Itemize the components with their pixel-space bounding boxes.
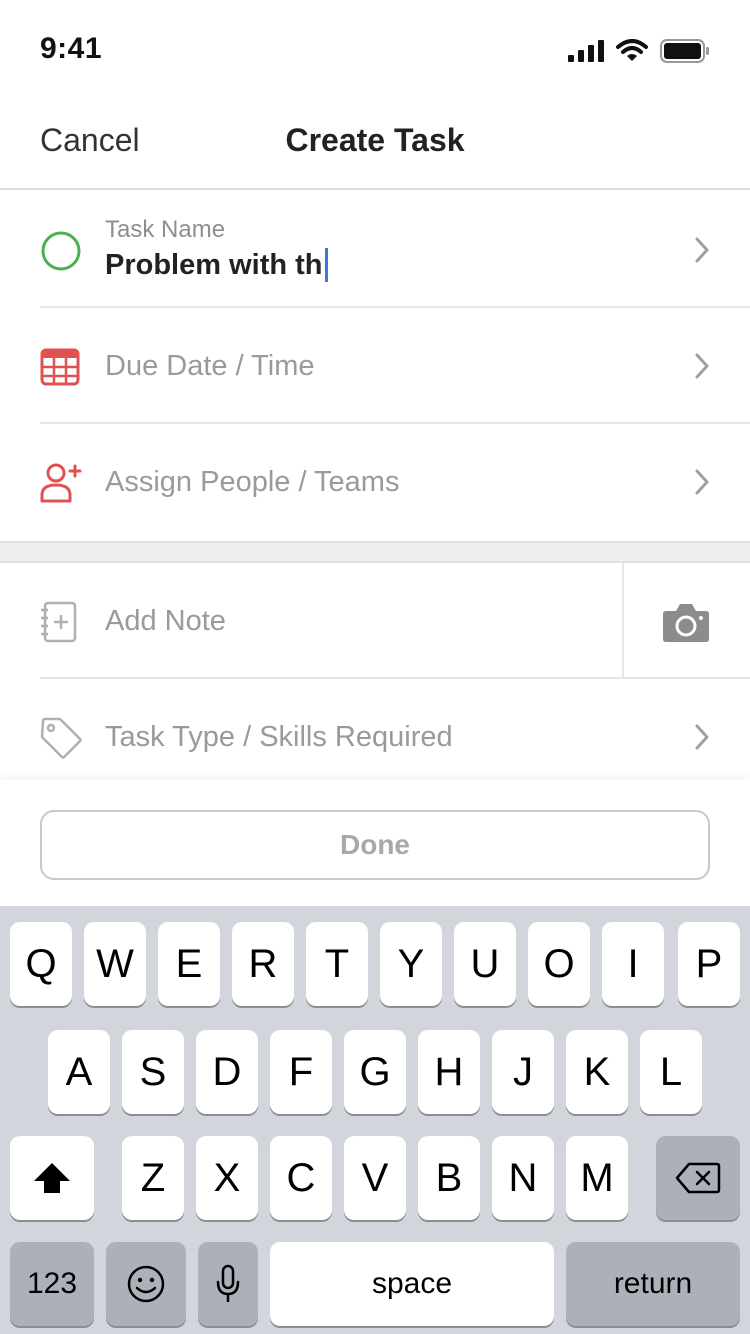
key-c[interactable]: C <box>270 1136 332 1220</box>
key-i[interactable]: I <box>602 922 664 1006</box>
numbers-key[interactable]: 123 <box>10 1242 94 1326</box>
status-time: 9:41 <box>40 32 103 65</box>
assign-row[interactable]: Assign People / Teams <box>0 424 750 541</box>
task-name-row[interactable]: Task Name Problem with th <box>0 192 750 308</box>
nav-bar: Cancel Create Task <box>0 100 750 190</box>
key-d[interactable]: D <box>196 1030 258 1114</box>
backspace-icon <box>675 1162 721 1194</box>
status-icons <box>568 38 710 64</box>
due-date-label: Due Date / Time <box>105 350 315 382</box>
assign-label: Assign People / Teams <box>105 466 400 498</box>
key-l[interactable]: L <box>640 1030 702 1114</box>
camera-divider <box>622 563 624 679</box>
space-key[interactable]: space <box>270 1242 554 1326</box>
key-q[interactable]: Q <box>10 922 72 1006</box>
delete-key[interactable] <box>656 1136 740 1220</box>
key-m[interactable]: M <box>566 1136 628 1220</box>
chevron-right-icon <box>695 724 709 750</box>
chevron-right-icon <box>695 353 709 379</box>
done-button[interactable]: Done <box>40 810 710 880</box>
key-r[interactable]: R <box>232 922 294 1006</box>
key-s[interactable]: S <box>122 1030 184 1114</box>
key-y[interactable]: Y <box>380 922 442 1006</box>
text-cursor <box>324 248 328 282</box>
circle-status-icon <box>41 231 81 271</box>
due-date-row[interactable]: Due Date / Time <box>0 308 750 424</box>
add-note-icon <box>41 601 77 643</box>
key-x[interactable]: X <box>196 1136 258 1220</box>
microphone-icon <box>216 1264 240 1302</box>
key-z[interactable]: Z <box>122 1136 184 1220</box>
task-type-label: Task Type / Skills Required <box>105 721 453 753</box>
key-n[interactable]: N <box>492 1136 554 1220</box>
chevron-right-icon <box>695 237 709 263</box>
page-title: Create Task <box>285 122 465 158</box>
status-bar: 9:41 <box>0 0 750 100</box>
emoji-key[interactable] <box>106 1242 186 1326</box>
key-h[interactable]: H <box>418 1030 480 1114</box>
signal-icon <box>568 40 604 62</box>
key-t[interactable]: T <box>306 922 368 1006</box>
key-v[interactable]: V <box>344 1136 406 1220</box>
key-e[interactable]: E <box>158 922 220 1006</box>
key-w[interactable]: W <box>84 922 146 1006</box>
add-note-row[interactable]: Add Note <box>0 563 750 679</box>
return-key[interactable]: return <box>566 1242 740 1326</box>
dictation-key[interactable] <box>198 1242 258 1326</box>
key-k[interactable]: K <box>566 1030 628 1114</box>
key-p[interactable]: P <box>678 922 740 1006</box>
add-person-icon <box>40 463 82 503</box>
task-name-caption: Task Name <box>105 216 226 243</box>
shift-icon <box>34 1163 70 1193</box>
key-u[interactable]: U <box>454 922 516 1006</box>
key-j[interactable]: J <box>492 1030 554 1114</box>
keyboard: Q W E R T Y U O I P A S D F G H J K L Z … <box>0 906 750 1334</box>
shift-key[interactable] <box>10 1136 94 1220</box>
chevron-right-icon <box>695 469 709 495</box>
key-b[interactable]: B <box>418 1136 480 1220</box>
key-f[interactable]: F <box>270 1030 332 1114</box>
section-separator <box>0 541 750 563</box>
calendar-icon <box>40 348 80 386</box>
key-g[interactable]: G <box>344 1030 406 1114</box>
battery-icon <box>660 39 709 63</box>
tag-icon <box>40 717 82 759</box>
key-o[interactable]: O <box>528 922 590 1006</box>
task-name-value: Problem with th <box>105 248 323 281</box>
task-name-input[interactable]: Problem with th <box>105 248 328 282</box>
done-bar: Done <box>0 780 750 906</box>
emoji-icon <box>127 1265 165 1303</box>
add-note-label: Add Note <box>105 605 226 637</box>
camera-icon[interactable] <box>662 601 710 643</box>
task-type-row[interactable]: Task Type / Skills Required <box>0 679 750 795</box>
wifi-icon <box>616 39 648 61</box>
key-a[interactable]: A <box>48 1030 110 1114</box>
